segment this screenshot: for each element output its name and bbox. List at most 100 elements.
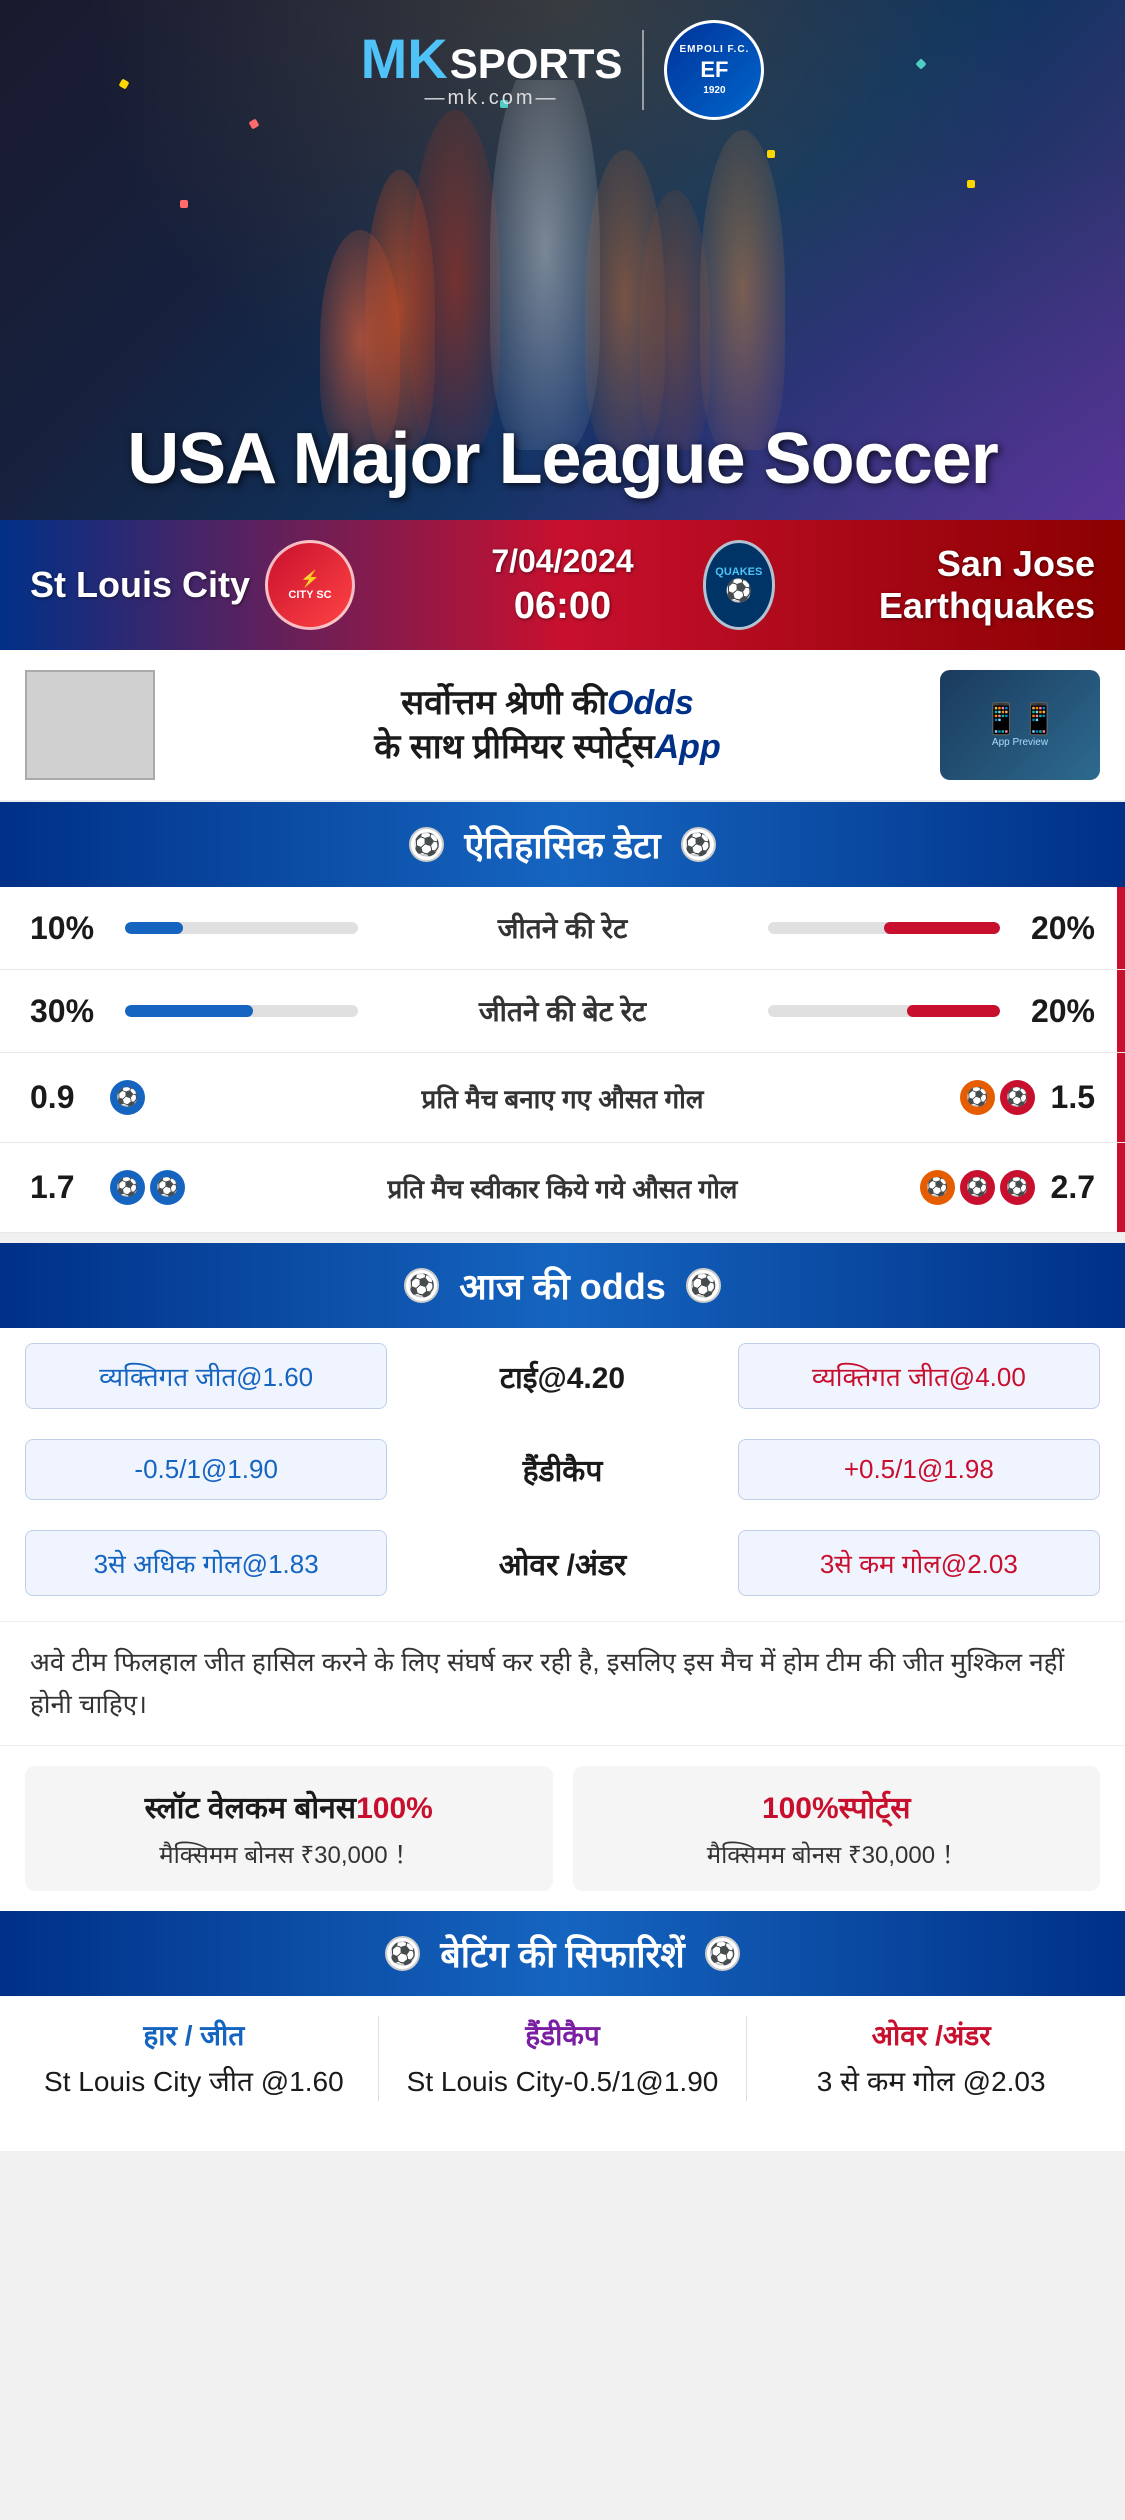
ball-icon-right-c3: ⚽ — [1000, 1170, 1035, 1205]
bar-left-bet-rate — [125, 1005, 358, 1017]
red-sidebar-2 — [1117, 970, 1125, 1052]
odds-btn-home-win[interactable]: व्यक्तिगत जीत@1.60 — [25, 1343, 387, 1409]
odds-title: आज की odds — [459, 1261, 665, 1310]
bar-fill-left-win-rate — [125, 922, 183, 934]
match-date: 7/04/2024 — [491, 543, 633, 580]
goal-icons-right-conceded: ⚽ ⚽ ⚽ — [915, 1170, 1035, 1205]
mk-text: MK — [361, 31, 448, 87]
bar-left-win-rate — [125, 922, 358, 934]
bet-label-handicap: हैंडीकैप — [399, 2016, 727, 2054]
empoli-badge: EMPOLI F.C. EF 1920 — [664, 20, 764, 120]
goal-left-scored: 0.9 — [30, 1079, 110, 1116]
soccer-ball-icon-odds-right: ⚽ — [686, 1268, 721, 1303]
ball-icon-right-2: ⚽ — [1000, 1080, 1035, 1115]
odds-row-3: 3से अधिक गोल@1.83 ओवर /अंडर 3से कम गोल@2… — [0, 1515, 1125, 1611]
bet-value-overunder: 3 से कम गोल @2.03 — [767, 2062, 1095, 2101]
bet-value-handicap: St Louis City-0.5/1@1.90 — [399, 2062, 727, 2101]
goal-right-conceded: 2.7 — [1035, 1169, 1095, 1206]
goal-icons-left-scored: ⚽ — [110, 1080, 210, 1115]
odds-row-2: -0.5/1@1.90 हैंडीकैप +0.5/1@1.98 — [0, 1424, 1125, 1515]
home-team-name: St Louis City — [30, 564, 250, 606]
bar-right-bet-rate — [768, 1005, 1001, 1017]
odds-btn-handicap-away[interactable]: +0.5/1@1.98 — [738, 1439, 1100, 1500]
away-team-badge: QUAKES ⚽ — [703, 540, 776, 630]
commentary-text: अवे टीम फिलहाल जीत हासिल करने के लिए संघ… — [30, 1642, 1095, 1725]
bet-col-winlose: हार / जीत St Louis City जीत @1.60 — [30, 2016, 358, 2101]
hero-title-area: USA Major League Soccer — [0, 418, 1125, 500]
bar-fill-left-bet-rate — [125, 1005, 253, 1017]
stat-right-win-rate: 20% — [1015, 910, 1095, 947]
ball-icon-right-1: ⚽ — [960, 1080, 995, 1115]
bet-divider-2 — [746, 2016, 747, 2101]
bonus-card-slots[interactable]: स्लॉट वेलकम बोनस100% मैक्सिमम बोनस ₹30,0… — [25, 1766, 553, 1891]
odds-label-overunder: ओवर /अंडर — [402, 1543, 722, 1584]
bet-col-overunder: ओवर /अंडर 3 से कम गोल @2.03 — [767, 2016, 1095, 2101]
bet-label-winlose: हार / जीत — [30, 2016, 358, 2054]
soccer-ball-icon-bet-left: ⚽ — [385, 1936, 420, 1971]
soccer-ball-icon-bet-right: ⚽ — [705, 1936, 740, 1971]
goal-label-scored: प्रति मैच बनाए गए औसत गोल — [210, 1080, 915, 1116]
ad-phones-image: 📱📱 App Preview — [940, 670, 1100, 780]
hero-title: USA Major League Soccer — [0, 418, 1125, 500]
players-area — [0, 80, 1125, 450]
odds-section-header: ⚽ आज की odds ⚽ — [0, 1243, 1125, 1328]
bar-fill-right-bet-rate — [907, 1005, 1000, 1017]
bonus-section: स्लॉट वेलकम बोनस100% मैक्सिमम बोनस ₹30,0… — [0, 1745, 1125, 1911]
stat-label-win-rate: जीतने की रेट — [373, 909, 753, 947]
stat-right-bet-rate: 20% — [1015, 993, 1095, 1030]
logo-divider — [642, 30, 644, 110]
mk-com: —mk.com— — [424, 87, 558, 110]
bonus-card-sports[interactable]: 100%स्पोर्ट्स मैक्सिमम बोनस ₹30,000 ！ — [573, 1766, 1101, 1891]
goal-label-conceded: प्रति मैच स्वीकार किये गये औसत गोल — [210, 1170, 915, 1206]
ball-icon-right-c2: ⚽ — [960, 1170, 995, 1205]
betting-title: बेटिंग की सिफारिशें — [440, 1929, 685, 1978]
ball-icon-right-c1: ⚽ — [920, 1170, 955, 1205]
goal-icons-right-scored: ⚽ ⚽ — [915, 1080, 1035, 1115]
bonus-slot-title: स्लॉट वेलकम बोनस100% — [45, 1786, 533, 1827]
betting-row: हार / जीत St Louis City जीत @1.60 हैंडीक… — [0, 1996, 1125, 2121]
goal-stat-row-conceded: 1.7 ⚽ ⚽ प्रति मैच स्वीकार किये गये औसत ग… — [0, 1143, 1125, 1233]
betting-recommendations: हार / जीत St Louis City जीत @1.60 हैंडीक… — [0, 1996, 1125, 2151]
logo-area: MK SPORTS —mk.com— EMPOLI F.C. EF 1920 — [0, 20, 1125, 120]
betting-section-header: ⚽ बेटिंग की सिफारिशें ⚽ — [0, 1911, 1125, 1996]
red-sidebar-3 — [1117, 1053, 1125, 1142]
bet-divider-1 — [378, 2016, 379, 2101]
ad-banner: सर्वोत्तम श्रेणी कीOdds के साथ प्रीमियर … — [0, 650, 1125, 802]
bonus-slot-sub: मैक्सिमम बोनस ₹30,000 ！ — [45, 1835, 533, 1871]
odds-section: व्यक्तिगत जीत@1.60 टाई@4.20 व्यक्तिगत जी… — [0, 1328, 1125, 1621]
soccer-ball-icon-right: ⚽ — [681, 827, 716, 862]
soccer-ball-icon-odds-left: ⚽ — [404, 1268, 439, 1303]
away-team-name: San Jose Earthquakes — [790, 543, 1095, 627]
goal-stat-row-scored: 0.9 ⚽ प्रति मैच बनाए गए औसत गोल ⚽ ⚽ 1.5 — [0, 1053, 1125, 1143]
goal-icons-left-conceded: ⚽ ⚽ — [110, 1170, 210, 1205]
odds-btn-over[interactable]: 3से अधिक गोल@1.83 — [25, 1530, 387, 1596]
mk-sports-logo: MK SPORTS —mk.com— — [361, 31, 623, 110]
ball-icon-left-c1: ⚽ — [110, 1170, 145, 1205]
goal-left-conceded: 1.7 — [30, 1169, 110, 1206]
bonus-sports-title: 100%स्पोर्ट्स — [593, 1786, 1081, 1827]
red-sidebar-1 — [1117, 887, 1125, 969]
odds-btn-away-win[interactable]: व्यक्तिगत जीत@4.00 — [738, 1343, 1100, 1409]
ad-image-placeholder — [25, 670, 155, 780]
odds-btn-under[interactable]: 3से कम गोल@2.03 — [738, 1530, 1100, 1596]
sports-text: SPORTS — [450, 43, 623, 85]
match-header: St Louis City ⚡ CITY SC 7/04/2024 06:00 … — [0, 520, 1125, 650]
stat-row-bet-rate: 30% जीतने की बेट रेट 20% — [0, 970, 1125, 1053]
match-center: 7/04/2024 06:00 — [453, 528, 673, 643]
historical-section-header: ⚽ ऐतिहासिक डेटा ⚽ — [0, 802, 1125, 887]
bet-value-winlose: St Louis City जीत @1.60 — [30, 2062, 358, 2101]
stat-row-win-rate: 10% जीतने की रेट 20% — [0, 887, 1125, 970]
goal-right-scored: 1.5 — [1035, 1079, 1095, 1116]
ad-title: सर्वोत्तम श्रेणी कीOdds के साथ प्रीमियर … — [175, 681, 920, 769]
stats-section: 10% जीतने की रेट 20% 30% जीतने की बेट रे… — [0, 887, 1125, 1233]
bet-label-overunder: ओवर /अंडर — [767, 2016, 1095, 2054]
historical-title: ऐतिहासिक डेटा — [464, 820, 660, 869]
away-team-area: QUAKES ⚽ San Jose Earthquakes — [673, 520, 1125, 650]
ad-text: सर्वोत्तम श्रेणी कीOdds के साथ प्रीमियर … — [175, 681, 920, 769]
home-team-area: St Louis City ⚡ CITY SC — [0, 520, 453, 650]
soccer-ball-icon-left: ⚽ — [409, 827, 444, 862]
odds-btn-handicap-home[interactable]: -0.5/1@1.90 — [25, 1439, 387, 1500]
odds-label-handicap: हैंडीकैप — [402, 1449, 722, 1490]
bar-right-win-rate — [768, 922, 1001, 934]
odds-label-tie: टाई@4.20 — [402, 1356, 722, 1397]
